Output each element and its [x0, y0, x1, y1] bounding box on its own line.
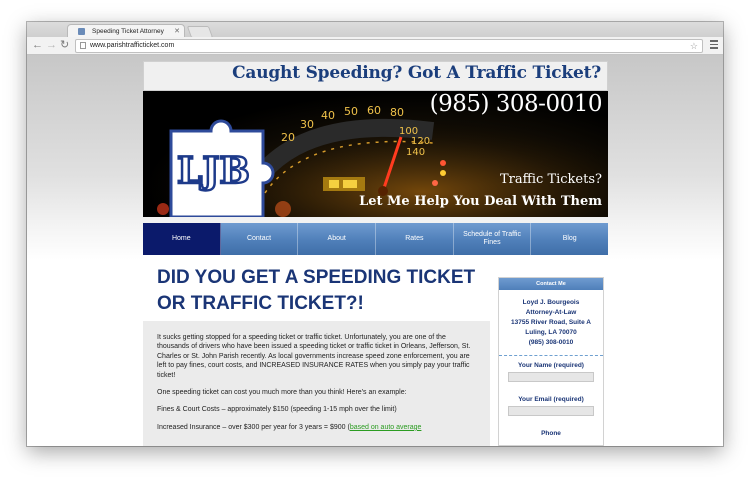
- forward-icon[interactable]: →: [46, 38, 57, 53]
- tab-strip: Speeding Ticket Attorney ✕: [27, 22, 723, 38]
- nav-item-rates[interactable]: Rates: [376, 223, 454, 255]
- page-title: DID YOU GET A SPEEDING TICKET OR TRAFFIC…: [157, 267, 476, 314]
- hero-banner: 20 30 40 50 60 80 100 120 140 LJB (985) …: [143, 91, 608, 217]
- paragraph: It sucks getting stopped for a speeding …: [157, 334, 471, 379]
- banner-tagline-1: Traffic Tickets?: [500, 172, 602, 187]
- browser-window: Speeding Ticket Attorney ✕ ← → ↻ www.par…: [27, 22, 723, 446]
- svg-text:40: 40: [321, 109, 335, 122]
- favicon-icon: [78, 28, 85, 35]
- header-headline: Caught Speeding? Got A Traffic Ticket?: [232, 63, 601, 83]
- tab-title: Speeding Ticket Attorney: [92, 28, 164, 35]
- paragraph: Increased Insurance – over $300 per year…: [157, 423, 476, 432]
- page-viewport: Caught Speeding? Got A Traffic Ticket? 2…: [27, 55, 723, 446]
- nav-item-about[interactable]: About: [298, 223, 377, 255]
- header-phone: (985) 308-0010: [429, 91, 603, 117]
- browser-toolbar: ← → ↻ www.parishtrafficticket.com ☆: [27, 37, 723, 55]
- url-text: www.parishtrafficticket.com: [90, 42, 175, 49]
- email-field-label: Your Email (required): [518, 396, 584, 403]
- address-bar[interactable]: www.parishtrafficticket.com ☆: [75, 39, 703, 53]
- browser-tab[interactable]: Speeding Ticket Attorney ✕: [67, 24, 185, 37]
- contact-address: Loyd J. Bourgeois Attorney-At-Law 13755 …: [499, 290, 603, 348]
- nav-item-home[interactable]: Home: [143, 223, 221, 255]
- contact-sidebar: Contact Me Loyd J. Bourgeois Attorney-At…: [498, 277, 604, 446]
- contact-name: Loyd J. Bourgeois: [522, 299, 580, 306]
- menu-icon[interactable]: [710, 40, 718, 51]
- svg-text:60: 60: [367, 104, 381, 117]
- name-field-label: Your Name (required): [518, 362, 584, 369]
- sidebar-divider: [499, 355, 603, 356]
- svg-text:30: 30: [300, 118, 314, 131]
- contact-city: Luling, LA 70070: [525, 329, 577, 336]
- email-field[interactable]: [508, 406, 594, 416]
- auto-average-link[interactable]: based on auto average: [350, 424, 422, 431]
- contact-phone: (985) 308-0010: [528, 339, 574, 346]
- nav-item-schedule-of-fines[interactable]: Schedule of Traffic Fines: [454, 223, 532, 255]
- nav-item-contact[interactable]: Contact: [221, 223, 299, 255]
- svg-text:140: 140: [406, 147, 425, 158]
- logo-text: LJB: [177, 150, 250, 192]
- contact-street: 13755 River Road, Suite A: [511, 319, 591, 326]
- site-header: Caught Speeding? Got A Traffic Ticket?: [143, 61, 608, 91]
- svg-text:80: 80: [390, 106, 404, 119]
- contact-role: Attorney-At-Law: [525, 309, 577, 316]
- svg-text:50: 50: [344, 105, 358, 118]
- banner-tagline-2: Let Me Help You Deal With Them: [359, 194, 602, 209]
- svg-text:120: 120: [411, 136, 430, 147]
- svg-text:20: 20: [281, 131, 295, 144]
- star-icon[interactable]: ☆: [690, 40, 698, 52]
- paragraph: One speeding ticket can cost you much mo…: [157, 389, 407, 397]
- nav-item-blog[interactable]: Blog: [531, 223, 608, 255]
- reload-icon[interactable]: ↻: [60, 38, 69, 53]
- tab-close-icon[interactable]: ✕: [174, 25, 180, 37]
- sidebar-heading: Contact Me: [499, 278, 603, 290]
- phone-field-label: Phone: [541, 430, 561, 437]
- page-icon: [80, 42, 86, 49]
- back-icon[interactable]: ←: [32, 38, 43, 53]
- main-nav: Home Contact About Rates Schedule of Tra…: [143, 223, 608, 255]
- paragraph: Fines & Court Costs – approximately $150…: [157, 406, 397, 414]
- name-field[interactable]: [508, 372, 594, 382]
- paragraph-text: Increased Insurance – over $300 per year…: [157, 423, 350, 431]
- article-body: It sucks getting stopped for a speeding …: [143, 321, 490, 446]
- main-content: DID YOU GET A SPEEDING TICKET OR TRAFFIC…: [143, 255, 608, 446]
